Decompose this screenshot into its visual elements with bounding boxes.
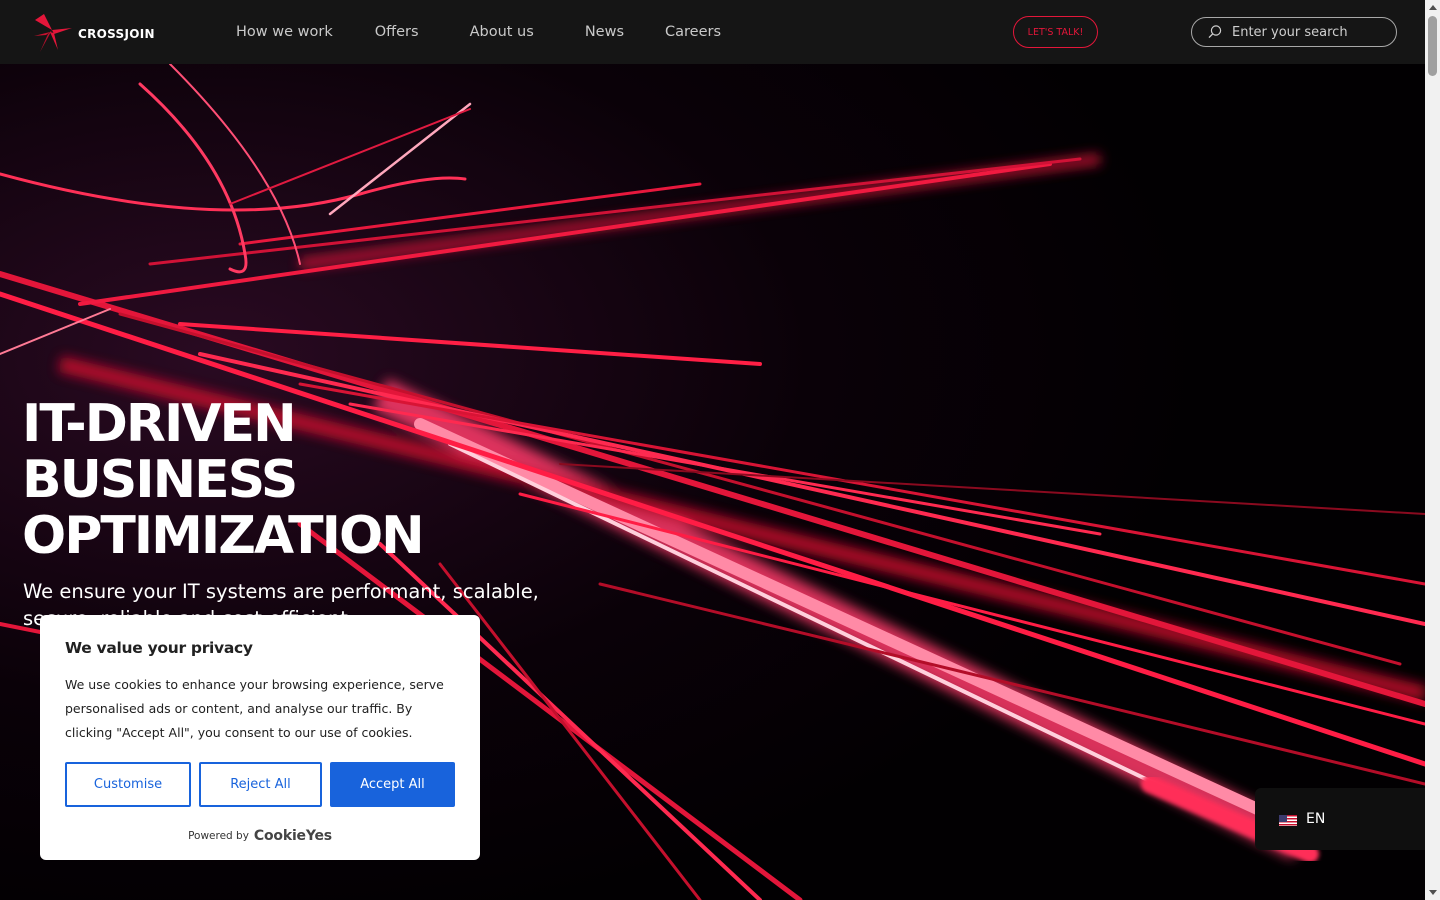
nav-item-about-us[interactable]: About us — [470, 24, 534, 40]
customise-button[interactable]: Customise — [65, 762, 191, 807]
nav-item-offers[interactable]: Offers — [375, 24, 419, 40]
search-icon — [1208, 25, 1222, 39]
cookie-consent-dialog: We value your privacy We use cookies to … — [40, 615, 480, 860]
page-scrollbar[interactable] — [1425, 0, 1440, 900]
brand-name: CROSSJOIN — [78, 27, 155, 41]
powered-by-label: Powered by — [188, 830, 249, 842]
cookie-button-group: Customise Reject All Accept All — [65, 762, 455, 807]
hero-title-line: OPTIMIZATION — [22, 506, 425, 566]
scroll-thumb[interactable] — [1428, 16, 1437, 76]
nav-item-how-we-work[interactable]: How we work — [236, 24, 333, 40]
search-input[interactable] — [1232, 22, 1388, 42]
hero-title: IT-DRIVEN BUSINESS OPTIMIZATION — [22, 394, 425, 566]
scroll-down-icon[interactable] — [1429, 890, 1437, 895]
main-nav: How we work Offers About us News Careers — [236, 0, 721, 64]
cookieyes-logo[interactable]: CookieYes — [254, 828, 332, 844]
nav-item-news[interactable]: News — [585, 24, 624, 40]
powered-by: Powered by CookieYes — [40, 828, 480, 844]
language-switcher[interactable]: EN — [1255, 788, 1425, 850]
cookie-description: We use cookies to enhance your browsing … — [65, 677, 444, 740]
search-box — [1191, 17, 1397, 47]
lets-talk-button[interactable]: LET'S TALK! — [1013, 16, 1098, 48]
us-flag-icon — [1279, 813, 1297, 826]
hero-title-line: IT-DRIVEN — [22, 394, 297, 454]
site-header: CROSSJOIN How we work Offers About us Ne… — [0, 0, 1425, 64]
cookie-title: We value your privacy — [65, 639, 253, 657]
reject-all-button[interactable]: Reject All — [199, 762, 322, 807]
brand-logo[interactable]: CROSSJOIN — [32, 12, 155, 54]
crossjoin-logo-icon — [34, 14, 72, 52]
hero-title-line: BUSINESS — [22, 450, 298, 510]
accept-all-button[interactable]: Accept All — [330, 762, 455, 807]
scroll-up-icon[interactable] — [1429, 5, 1437, 10]
language-code: EN — [1306, 811, 1326, 827]
nav-item-careers[interactable]: Careers — [665, 24, 721, 40]
